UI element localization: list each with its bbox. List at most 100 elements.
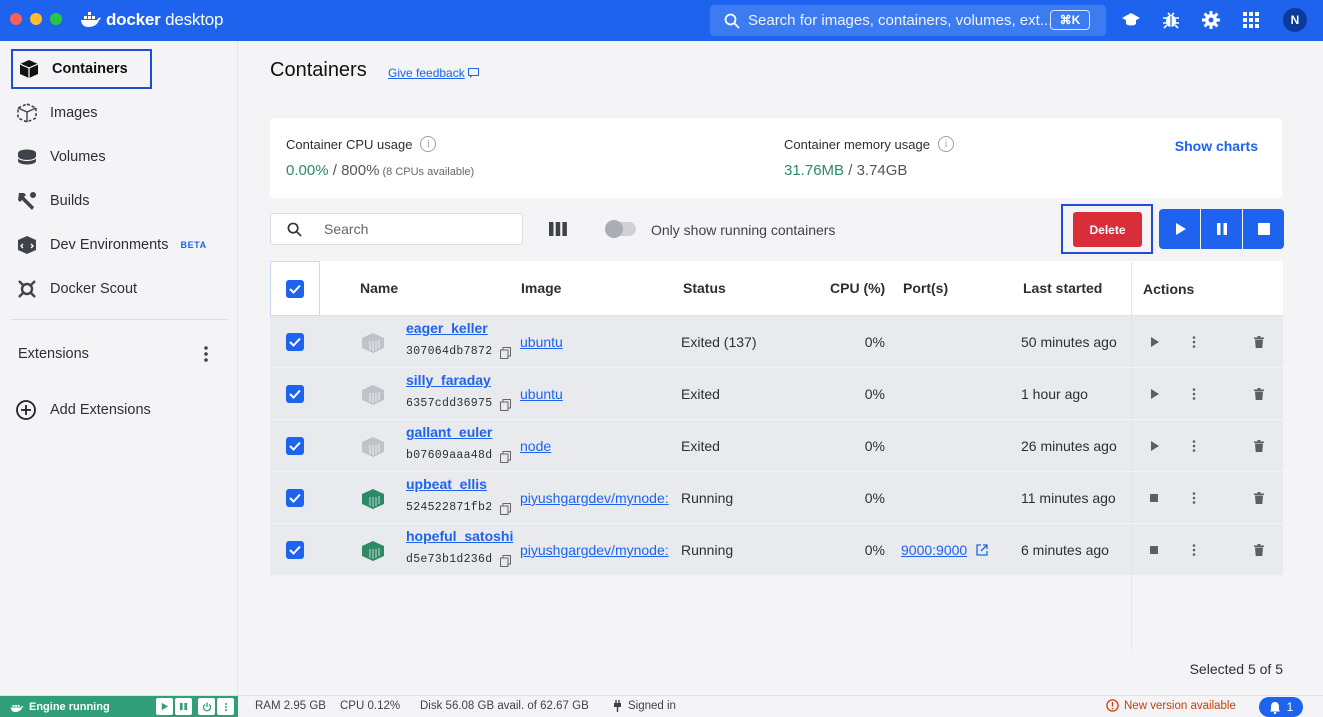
container-image-link[interactable]: piyushgargdev/mynode:: [520, 490, 674, 506]
container-image-link[interactable]: ubuntu: [520, 334, 674, 350]
sidebar-item-docker-scout[interactable]: Docker Scout: [11, 269, 227, 309]
start-container-button[interactable]: [1146, 386, 1162, 402]
columns-icon[interactable]: [548, 220, 568, 238]
copy-icon[interactable]: [500, 554, 512, 567]
copy-icon[interactable]: [500, 450, 512, 463]
container-cpu: 0%: [864, 542, 885, 558]
engine-start-button[interactable]: [156, 698, 173, 715]
give-feedback-label: Give feedback: [388, 66, 465, 80]
engine-pause-button[interactable]: [175, 698, 192, 715]
more-vertical-icon[interactable]: [196, 344, 216, 364]
user-avatar[interactable]: N: [1283, 8, 1307, 32]
search-input[interactable]: [324, 221, 504, 237]
container-port-link[interactable]: 9000:9000: [901, 542, 967, 558]
select-all-checkbox[interactable]: [286, 280, 304, 298]
sidebar-item-builds[interactable]: Builds: [11, 181, 227, 221]
pause-selected-button[interactable]: [1201, 209, 1242, 249]
container-name-link[interactable]: eager_keller: [406, 320, 488, 336]
sidebar-item-containers[interactable]: Containers: [11, 49, 152, 89]
delete-container-button[interactable]: [1251, 386, 1267, 402]
copy-icon[interactable]: [500, 398, 512, 411]
memory-total: 3.74GB: [856, 162, 908, 179]
more-actions-button[interactable]: [1186, 542, 1202, 558]
check-icon: [289, 284, 301, 294]
signed-in-status: Signed in: [613, 700, 676, 712]
delete-container-button[interactable]: [1251, 542, 1267, 558]
bug-icon[interactable]: [1161, 10, 1181, 30]
container-name-link[interactable]: silly_faraday: [406, 372, 491, 388]
sidebar-item-dev-environments[interactable]: Dev Environments BETA: [11, 225, 227, 265]
container-image-link[interactable]: node: [520, 438, 674, 454]
minimize-window-button[interactable]: [30, 13, 42, 25]
column-header-last-started[interactable]: Last started: [1023, 280, 1102, 296]
power-icon: [202, 702, 211, 712]
bell-icon: [1269, 701, 1280, 714]
learning-center-icon[interactable]: [1121, 10, 1141, 30]
docker-whale-icon: [10, 704, 24, 712]
info-icon[interactable]: i: [937, 136, 954, 152]
more-actions-button[interactable]: [1186, 334, 1202, 350]
column-header-cpu[interactable]: CPU (%): [830, 280, 885, 296]
row-checkbox[interactable]: [286, 489, 304, 507]
main-content: Containers Give feedback Container CPU u…: [238, 41, 1323, 695]
sidebar-item-volumes[interactable]: Volumes: [11, 137, 227, 177]
delete-container-button[interactable]: [1251, 438, 1267, 454]
info-icon[interactable]: i: [420, 136, 437, 152]
row-checkbox[interactable]: [286, 437, 304, 455]
stop-selected-button[interactable]: [1243, 209, 1284, 249]
delete-button[interactable]: Delete: [1073, 212, 1142, 247]
running-only-toggle[interactable]: [605, 220, 636, 238]
column-header-image[interactable]: Image: [521, 280, 561, 296]
stop-container-button[interactable]: [1146, 490, 1162, 506]
stop-container-button[interactable]: [1146, 542, 1162, 558]
play-icon: [1150, 441, 1159, 451]
container-last-started: 1 hour ago: [1021, 386, 1088, 402]
external-link-icon[interactable]: [976, 544, 988, 556]
page-title: Containers: [270, 59, 367, 81]
start-selected-button[interactable]: [1159, 209, 1200, 249]
stop-icon: [1150, 546, 1158, 554]
check-icon: [289, 441, 301, 451]
delete-container-button[interactable]: [1251, 334, 1267, 350]
column-header-ports[interactable]: Port(s): [903, 280, 948, 296]
more-actions-button[interactable]: [1186, 490, 1202, 506]
container-last-started: 11 minutes ago: [1021, 490, 1116, 506]
new-version-link[interactable]: New version available: [1106, 699, 1236, 712]
close-window-button[interactable]: [10, 13, 22, 25]
engine-power-button[interactable]: [198, 698, 215, 715]
row-checkbox[interactable]: [286, 541, 304, 559]
notifications-button[interactable]: 1: [1259, 697, 1303, 717]
container-name-link[interactable]: hopeful_satoshi: [406, 528, 513, 544]
container-name-link[interactable]: upbeat_ellis: [406, 476, 487, 492]
copy-icon[interactable]: [500, 346, 512, 359]
container-image-link[interactable]: ubuntu: [520, 386, 674, 402]
sidebar-item-images[interactable]: Images: [11, 93, 227, 133]
delete-container-button[interactable]: [1251, 490, 1267, 506]
docker-logo: docker desktop: [80, 9, 223, 31]
container-name-link[interactable]: gallant_euler: [406, 424, 492, 440]
start-container-button[interactable]: [1146, 334, 1162, 350]
gear-icon[interactable]: [1201, 10, 1221, 30]
apps-grid-icon[interactable]: [1241, 10, 1261, 30]
add-extensions-button[interactable]: Add Extensions: [15, 399, 151, 421]
engine-more-button[interactable]: [217, 698, 234, 715]
give-feedback-link[interactable]: Give feedback: [388, 66, 479, 80]
global-search[interactable]: Search for images, containers, volumes, …: [710, 5, 1106, 36]
trash-icon: [1254, 544, 1264, 556]
container-id: b07609aaa48d: [406, 449, 493, 462]
container-image-link[interactable]: piyushgargdev/mynode:: [520, 542, 674, 558]
more-actions-button[interactable]: [1186, 386, 1202, 402]
search-icon: [287, 222, 302, 237]
row-checkbox[interactable]: [286, 385, 304, 403]
column-header-status[interactable]: Status: [683, 280, 726, 296]
container-search[interactable]: [270, 213, 523, 245]
show-charts-button[interactable]: Show charts: [1175, 138, 1258, 154]
info-icon: [1106, 699, 1119, 712]
trash-icon: [1254, 388, 1264, 400]
start-container-button[interactable]: [1146, 438, 1162, 454]
zoom-window-button[interactable]: [50, 13, 62, 25]
column-header-name[interactable]: Name: [360, 280, 398, 296]
copy-icon[interactable]: [500, 502, 512, 515]
row-checkbox[interactable]: [286, 333, 304, 351]
more-actions-button[interactable]: [1186, 438, 1202, 454]
